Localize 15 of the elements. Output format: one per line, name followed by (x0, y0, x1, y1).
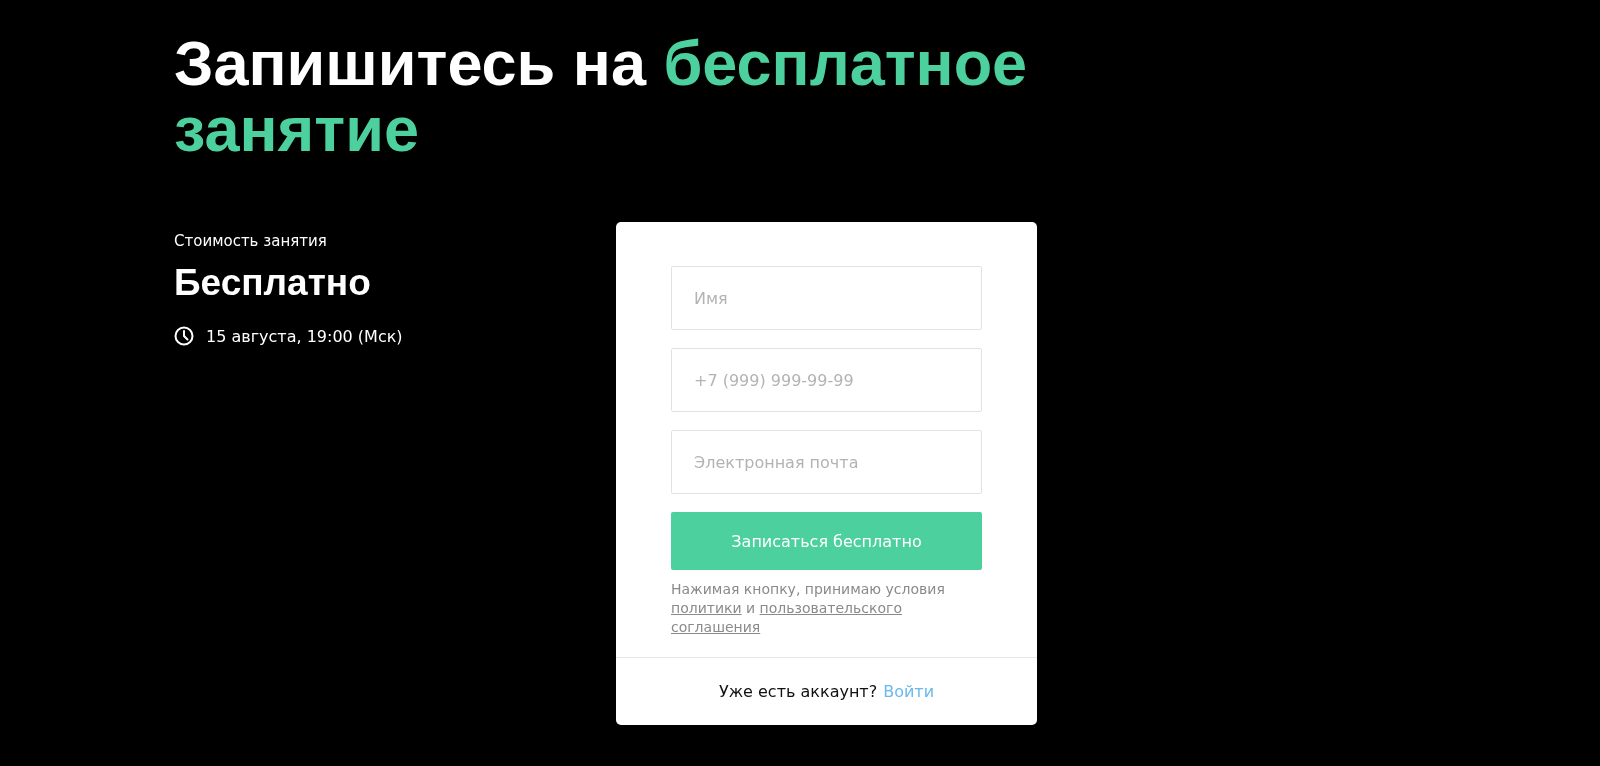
input-field[interactable]: Электронная почта (671, 430, 982, 494)
submit-button[interactable]: Записаться бесплатно (671, 512, 982, 570)
schedule-text: 15 августа, 19:00 (Мск) (206, 326, 403, 346)
heading: Запишитесь на бесплатное занятие (174, 30, 1029, 162)
price-label: Стоимость занятия (174, 232, 328, 250)
input-field[interactable]: Имя (671, 266, 982, 330)
legal-text: Нажимая кнопку, принимаю условия политики и пользовательского соглашения (671, 580, 946, 637)
price-value: Бесплатно (174, 262, 372, 304)
policy-link[interactable]: политики (671, 600, 742, 616)
agreement-link[interactable]: пользовательского (759, 600, 902, 616)
login-link[interactable]: Войти (883, 682, 935, 701)
agreement-link[interactable]: соглашения (671, 619, 761, 635)
account-prompt: Уже есть аккаунт? (718, 682, 878, 701)
clock-icon (174, 326, 194, 346)
input-field[interactable]: +7 (999) 999-99-99 (671, 348, 982, 412)
